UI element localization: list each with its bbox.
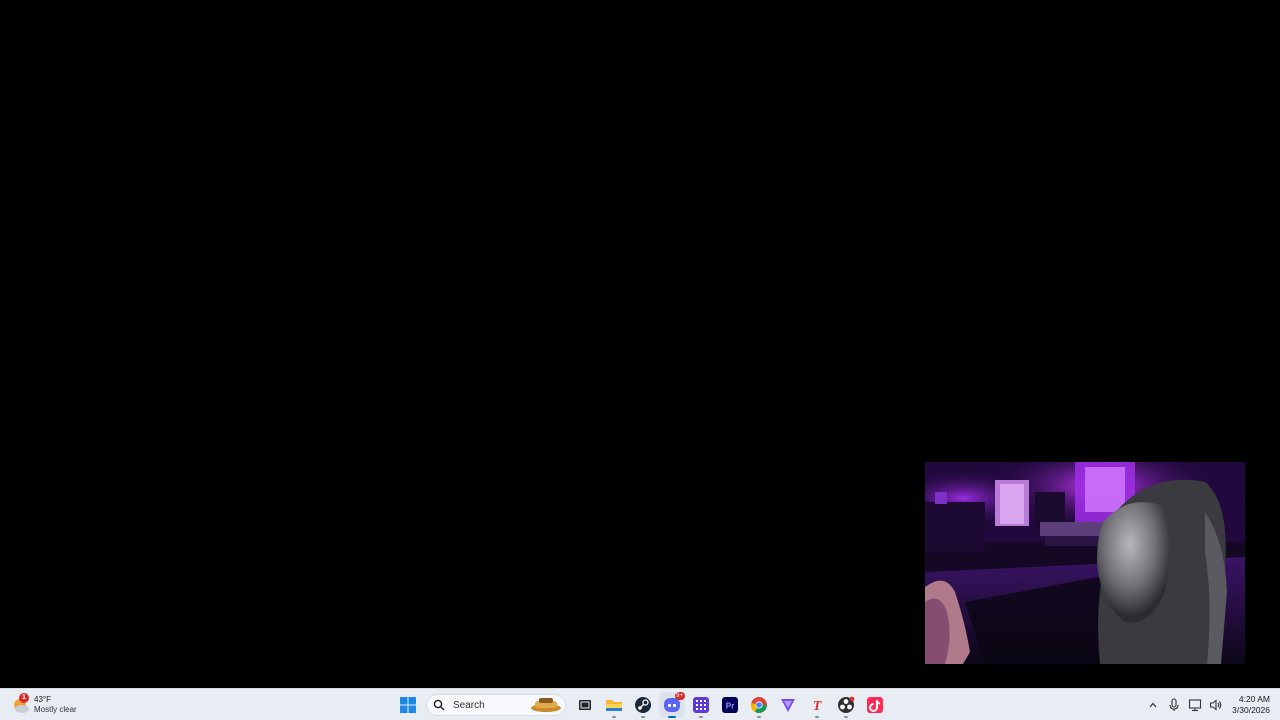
moon-cloud-icon: 1: [12, 693, 30, 714]
clock-date: 3/30/2026: [1232, 705, 1270, 715]
volume-button[interactable]: [1207, 695, 1225, 715]
chrome-button[interactable]: [746, 692, 772, 718]
steam-icon: [634, 697, 651, 713]
desktop: [0, 0, 1280, 688]
taskbar: 1 43°F Mostly clear Search 9+ Pr T 4:20 …: [0, 688, 1280, 720]
network-icon: [1188, 699, 1201, 712]
folder-icon: [605, 700, 622, 711]
search-icon: [433, 699, 449, 711]
weather-temperature: 43°F: [34, 695, 51, 704]
premiere-icon: Pr: [721, 697, 738, 713]
task-view-icon: [578, 700, 591, 710]
webcam-overlay: [925, 462, 1245, 664]
microphone-button[interactable]: [1165, 695, 1183, 715]
grid-icon: [692, 697, 709, 713]
weather-badge: 1: [19, 693, 29, 703]
obs-button[interactable]: [833, 692, 859, 718]
webcam-image: [925, 462, 1245, 664]
t-icon: T: [812, 699, 822, 714]
chrome-icon: [750, 697, 767, 713]
show-hidden-icons-button[interactable]: [1144, 695, 1162, 715]
file-explorer-button[interactable]: [601, 692, 627, 718]
taskbar-apps: Search 9+ Pr T: [393, 691, 889, 719]
start-button[interactable]: [395, 692, 421, 718]
clock[interactable]: 4:20 AM 3/30/2026: [1232, 694, 1270, 716]
windows-logo-icon: [399, 697, 416, 713]
task-view-button[interactable]: [572, 692, 598, 718]
search-highlight-icon: [531, 698, 561, 712]
tiktok-icon: [866, 697, 883, 713]
system-tray: 4:20 AM 3/30/2026: [1142, 691, 1270, 719]
microphone-icon: [1169, 698, 1179, 711]
premiere-pro-button[interactable]: Pr: [717, 692, 743, 718]
vpn-button[interactable]: [775, 692, 801, 718]
tiktok-button[interactable]: [862, 692, 888, 718]
steam-button[interactable]: [630, 692, 656, 718]
search-label: Search: [453, 699, 485, 711]
discord-badge: 9+: [674, 692, 685, 700]
search-box[interactable]: Search: [426, 694, 566, 716]
weather-widget[interactable]: 1 43°F Mostly clear: [12, 692, 77, 718]
app-grid-button[interactable]: [688, 692, 714, 718]
premiere-label: Pr: [725, 702, 733, 711]
text-app-label: T: [812, 699, 822, 714]
chevron-up-icon: [1149, 702, 1157, 708]
weather-condition: Mostly clear: [34, 705, 77, 714]
obs-icon: [837, 696, 854, 713]
clock-time: 4:20 AM: [1238, 694, 1270, 704]
speaker-icon: [1209, 699, 1221, 711]
triangle-icon: [780, 699, 795, 712]
text-app-button[interactable]: T: [804, 692, 830, 718]
discord-button[interactable]: 9+: [658, 692, 685, 718]
network-button[interactable]: [1186, 695, 1204, 715]
